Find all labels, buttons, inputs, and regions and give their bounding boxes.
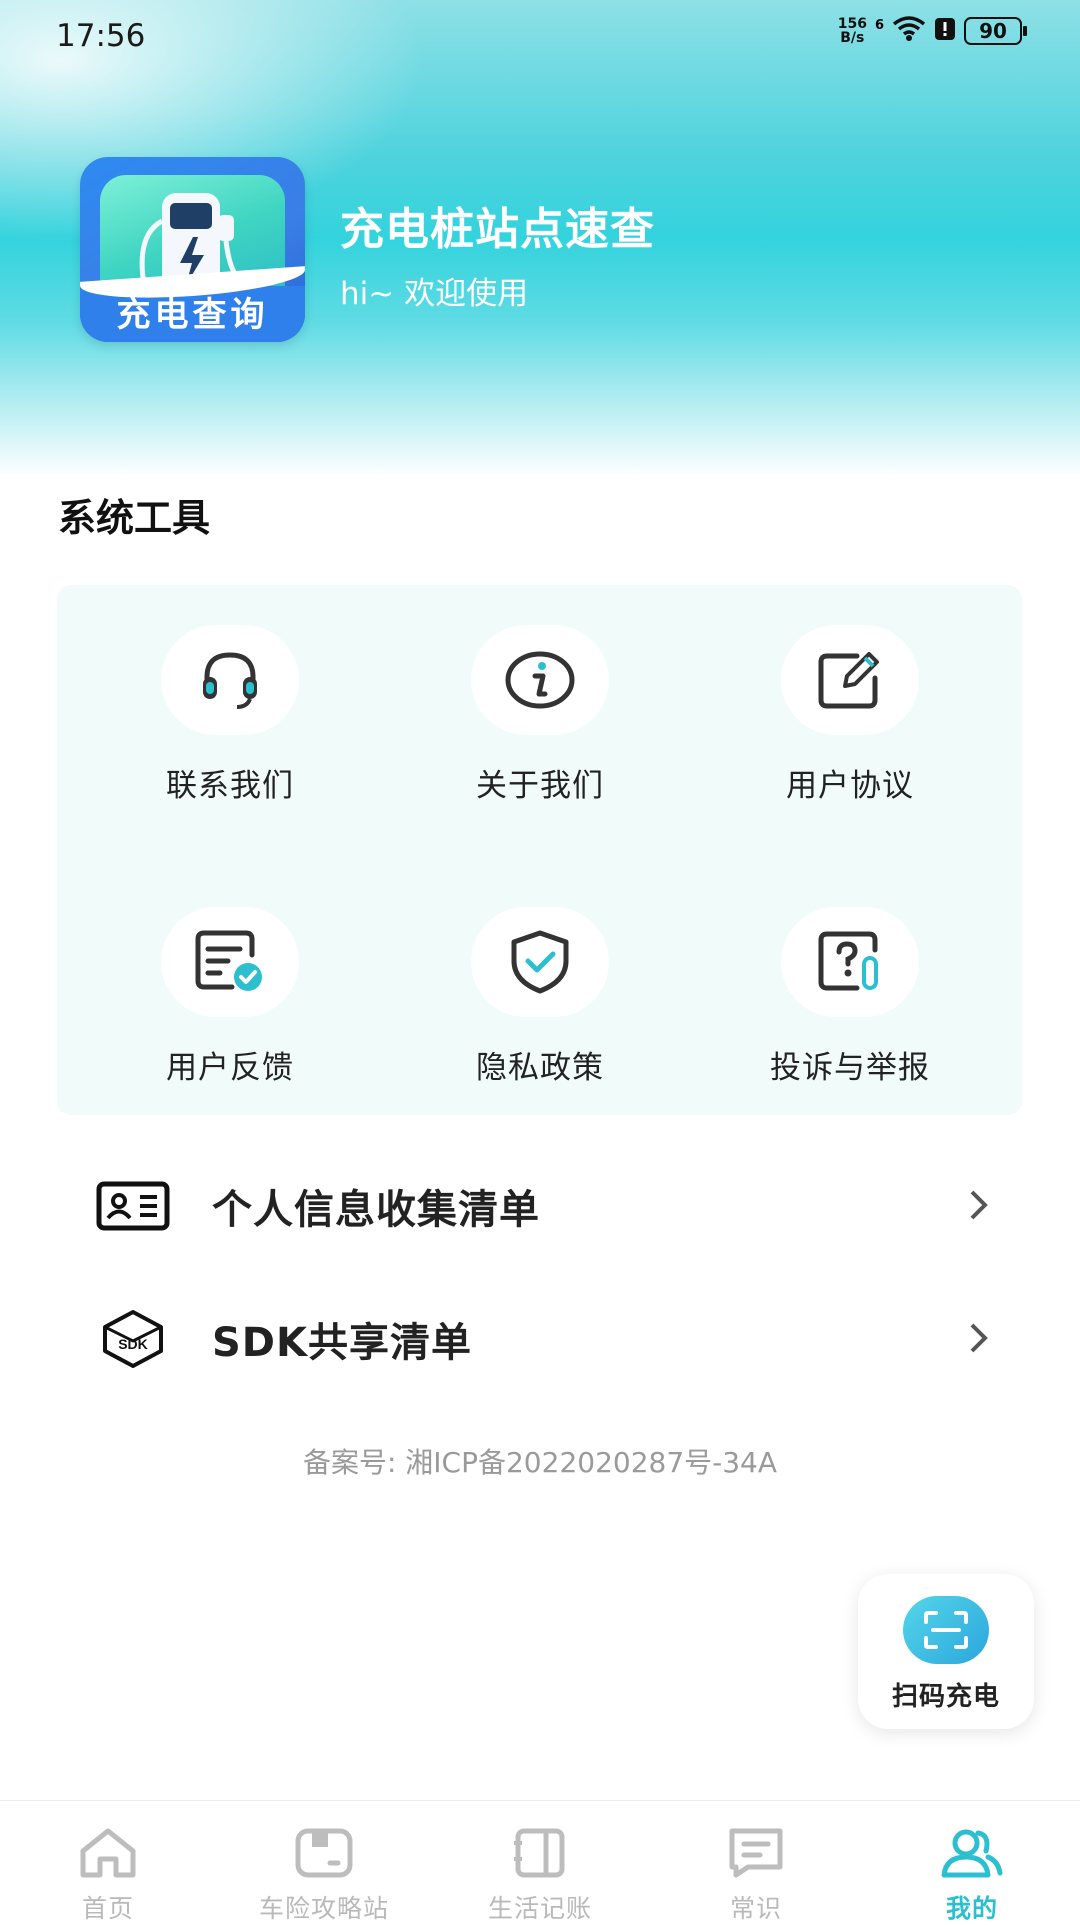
app-greeting: hi~ 欢迎使用 [340,276,529,312]
network-speed-unit: B/s [840,30,865,46]
tool-label: 用户协议 [786,768,914,804]
list-item-label: SDK共享清单 [212,1320,473,1366]
scan-icon [924,1611,968,1649]
sdk-box-icon: SDK [90,1304,176,1374]
id-card-icon [90,1171,176,1241]
scan-charge-button[interactable]: 扫码充电 [858,1574,1034,1729]
icp-record-number: 备案号: 湘ICP备2022020287号-34A [302,1446,778,1479]
tab-knowledge[interactable]: 常识 [648,1801,864,1925]
tool-icon-wrap [161,907,299,1017]
list-item-label: 个人信息收集清单 [212,1187,540,1233]
shield-check-icon [511,930,569,994]
bottom-tab-bar: 首页 车险攻略站 生活记账 常识 我的 [0,1800,1080,1923]
tab-mine[interactable]: 我的 [864,1801,1080,1925]
section-title-tools: 系统工具 [58,496,211,540]
network-speed-value: 156 [837,16,867,32]
chevron-right-icon [970,1190,988,1220]
svg-text:SDK: SDK [118,1336,148,1352]
signal-label: 6 [874,17,884,33]
list-item-sdk-sharing[interactable]: SDK SDK共享清单 [90,1289,990,1389]
tool-icon-wrap [471,907,609,1017]
network-speed: 156 B/s [838,17,867,45]
tool-privacy-policy[interactable]: 隐私政策 [390,907,690,1087]
tool-label: 投诉与举报 [770,1050,930,1086]
tab-icon-wrap [864,1801,1080,1879]
edit-icon [818,652,879,709]
status-time: 17:56 [56,18,146,54]
guide-icon [295,1828,353,1878]
info-icon [505,651,575,709]
tab-home[interactable]: 首页 [0,1801,216,1925]
fab-icon-wrap [903,1596,989,1664]
tools-card: 联系我们 关于我们 用户协议 用户反馈 隐私政策 投诉与举报 [57,585,1022,1115]
alert-icon [934,17,956,45]
logo-banner-text: 充电查询 [80,286,305,342]
home-icon [80,1828,136,1878]
knowledge-icon [729,1828,783,1878]
feedback-icon [195,930,262,991]
app-title: 充电桩站点速查 [340,204,655,255]
tool-label: 用户反馈 [166,1050,294,1086]
tool-icon-wrap [781,625,919,735]
tool-icon-wrap [161,625,299,735]
tool-about-us[interactable]: 关于我们 [390,625,690,805]
tool-icon-wrap [781,907,919,1017]
app-logo: 充电查询 [80,157,305,342]
tab-icon-wrap [216,1801,432,1879]
wifi-icon [892,16,926,46]
tab-icon-wrap [0,1801,216,1879]
tool-label: 关于我们 [476,768,604,804]
tool-user-feedback[interactable]: 用户反馈 [80,907,380,1087]
status-bar-right: 156 B/s 6 90 [838,16,1027,46]
tool-label: 联系我们 [166,768,294,804]
tab-life-ledger[interactable]: 生活记账 [432,1801,648,1925]
tool-label: 隐私政策 [476,1050,604,1086]
chevron-right-icon [970,1323,988,1353]
profile-icon [941,1829,1003,1878]
tab-icon-wrap [432,1801,648,1879]
headset-icon [203,652,257,709]
report-icon [818,931,878,991]
tool-contact-us[interactable]: 联系我们 [80,625,380,805]
battery-indicator: 90 [964,17,1027,45]
tool-user-agreement[interactable]: 用户协议 [700,625,1000,805]
tab-insurance-guide[interactable]: 车险攻略站 [216,1801,432,1925]
tool-complaint-report[interactable]: 投诉与举报 [700,907,1000,1087]
tab-icon-wrap [648,1801,864,1879]
tool-icon-wrap [471,625,609,735]
list-item-personal-info[interactable]: 个人信息收集清单 [90,1156,990,1256]
scan-charge-label: 扫码充电 [891,1682,1000,1712]
ledger-icon [514,1828,565,1878]
